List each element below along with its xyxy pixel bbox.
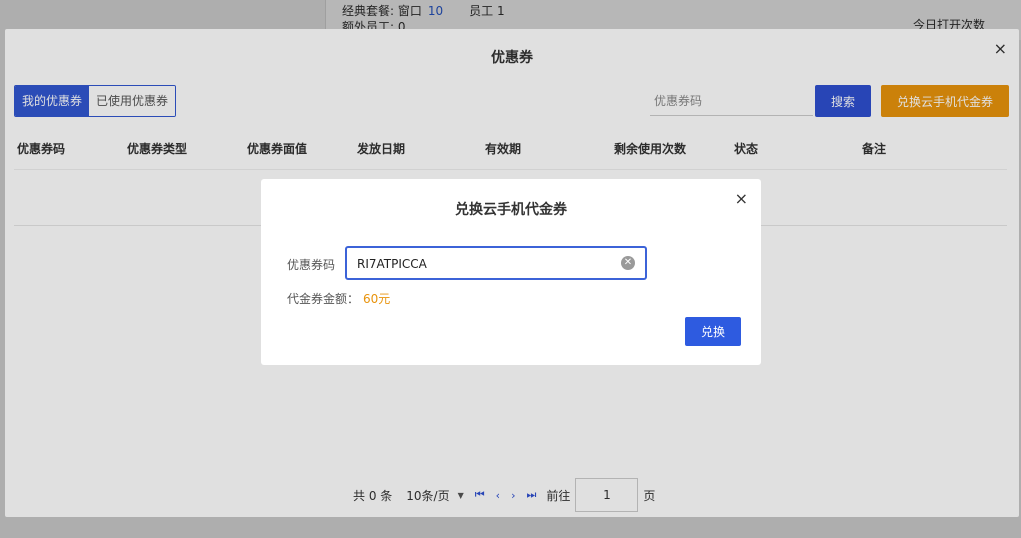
close-icon[interactable]: ×	[735, 189, 748, 208]
voucher-amount: 代金券金额： 60元	[287, 290, 390, 307]
voucher-amount-label: 代金券金额：	[287, 292, 360, 306]
redeem-confirm-button[interactable]: 兑换	[685, 317, 741, 346]
voucher-amount-value: 60元	[363, 292, 391, 306]
coupon-code-input[interactable]	[355, 248, 609, 280]
dialog-title: 兑换云手机代金券	[455, 202, 567, 218]
coupon-code-label: 优惠券码	[287, 258, 336, 272]
redeem-dialog: 兑换云手机代金券 × 优惠券码 ✕ 代金券金额：60元 兑换	[261, 179, 761, 365]
coupon-code-field: ✕	[345, 246, 647, 280]
clear-icon[interactable]: ✕	[621, 256, 635, 270]
